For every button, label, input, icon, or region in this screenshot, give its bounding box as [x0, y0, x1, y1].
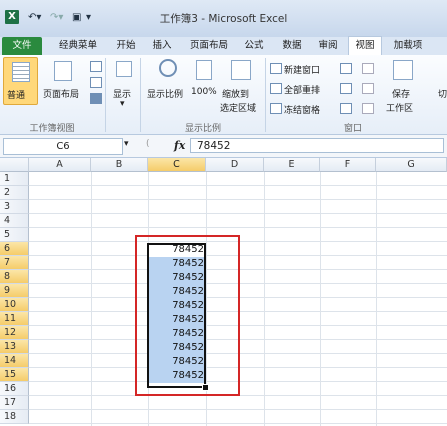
unhide-icon[interactable]	[340, 103, 352, 114]
tab-add-ins[interactable]: 加载项	[386, 37, 430, 55]
page-break-preview-icon[interactable]	[90, 61, 102, 72]
group-separator	[105, 58, 106, 132]
new-window-label: 新建窗口	[284, 66, 321, 76]
synchronous-scrolling-icon[interactable]	[362, 83, 374, 94]
name-box[interactable]: C6	[3, 138, 123, 155]
page-layout-icon	[54, 61, 72, 81]
show-button[interactable]: 显示 ▾	[108, 57, 138, 115]
save-workspace-label-2: 工作区	[386, 104, 414, 114]
gridline	[376, 172, 377, 426]
chevron-down-icon: ▾	[120, 99, 125, 109]
row-header-selected[interactable]: 6	[0, 242, 29, 256]
row-header[interactable]: 17	[0, 396, 29, 410]
row-header[interactable]: 2	[0, 186, 29, 200]
column-header[interactable]: E	[264, 158, 320, 172]
freeze-panes-label: 冻结窗格	[284, 106, 321, 116]
zoom-label: 显示比例	[147, 90, 184, 100]
row-header[interactable]: 4	[0, 214, 29, 228]
row-header[interactable]: 5	[0, 228, 29, 242]
row-header[interactable]: 18	[0, 410, 29, 424]
tab-formulas[interactable]: 公式	[238, 37, 270, 55]
arrange-all-icon	[270, 83, 282, 94]
row-header-selected[interactable]: 14	[0, 354, 29, 368]
annotation-highlight-box	[135, 235, 240, 396]
column-header[interactable]: A	[29, 158, 91, 172]
zoom-button[interactable]: 显示比例	[143, 57, 189, 103]
row-header[interactable]: 3	[0, 200, 29, 214]
gridline	[264, 172, 265, 426]
group-separator	[265, 58, 266, 132]
show-icon	[116, 61, 132, 77]
worksheet-grid[interactable]: A B C D E F G 1 2 3 4 5 6 7 8 9 10 11 12 13 14 15 16 17 1…	[0, 158, 447, 426]
zoom-100-button[interactable]: 100%	[189, 57, 219, 103]
new-window-icon	[270, 63, 282, 74]
split-icon[interactable]	[340, 63, 352, 74]
page-layout-label: 页面布局	[43, 90, 80, 100]
zoom-to-selection-label-1: 缩放到	[222, 90, 250, 100]
row-header[interactable]: 1	[0, 172, 29, 186]
formula-input[interactable]: 78452	[190, 138, 444, 153]
row-header-selected[interactable]: 10	[0, 298, 29, 312]
insert-function-icon[interactable]: fx	[174, 139, 185, 152]
tab-view[interactable]: 视图	[348, 36, 382, 55]
tab-page-layout[interactable]: 页面布局	[183, 37, 235, 55]
tab-classic-menu[interactable]: 经典菜单	[52, 37, 104, 55]
row-header-selected[interactable]: 8	[0, 270, 29, 284]
tab-file[interactable]: 文件	[2, 37, 42, 55]
normal-view-button[interactable]: 普通	[3, 57, 38, 105]
column-header[interactable]: F	[320, 158, 376, 172]
column-header[interactable]: G	[376, 158, 447, 172]
zoom-to-selection-icon	[231, 60, 251, 80]
save-workspace-label-1: 保存	[392, 90, 411, 100]
window-title: 工作簿3 - Microsoft Excel	[159, 13, 288, 25]
zoom-100-label: 100%	[191, 87, 217, 97]
ribbon-tabs: 文件 经典菜单 开始 插入 页面布局 公式 数据 审阅 视图 加载项	[0, 36, 447, 56]
row-header-selected[interactable]: 7	[0, 256, 29, 270]
zoom-to-selection-label-2: 选定区域	[220, 104, 257, 114]
tab-data[interactable]: 数据	[276, 37, 308, 55]
tab-home[interactable]: 开始	[110, 37, 142, 55]
reset-window-position-icon[interactable]	[362, 103, 374, 114]
freeze-panes-icon	[270, 103, 282, 114]
ribbon: 普通 页面布局 工作簿视图 显示 ▾ 显示比例 100% 缩放到 选定区域 显示…	[0, 55, 447, 135]
row-header[interactable]: 16	[0, 382, 29, 396]
magnifier-icon	[159, 59, 177, 77]
view-side-by-side-icon[interactable]	[362, 63, 374, 74]
new-window-button[interactable]: 新建窗口	[270, 61, 336, 76]
full-screen-icon[interactable]	[90, 93, 102, 104]
column-header[interactable]: D	[206, 158, 264, 172]
tab-review[interactable]: 审阅	[312, 37, 344, 55]
tab-insert[interactable]: 插入	[146, 37, 178, 55]
zoom-group-label: 显示比例	[184, 124, 221, 134]
window-group-label: 窗口	[343, 124, 362, 134]
switch-windows-label-partial[interactable]: 切	[438, 87, 447, 100]
name-box-dropdown-icon[interactable]: ▾	[124, 139, 129, 149]
zoom-to-selection-button[interactable]: 缩放到 选定区域	[220, 57, 260, 117]
save-workspace-icon	[393, 60, 413, 80]
row-header-selected[interactable]: 9	[0, 284, 29, 298]
normal-view-icon	[12, 62, 30, 82]
formula-bar: C6 ▾ ( fx 78452	[0, 135, 447, 158]
custom-views-icon[interactable]	[90, 77, 102, 88]
column-header-selected[interactable]: C	[148, 158, 206, 172]
gridline	[91, 172, 92, 426]
gridline	[320, 172, 321, 426]
freeze-panes-button[interactable]: 冻结窗格	[270, 101, 336, 116]
arrange-all-label: 全部重排	[284, 86, 321, 96]
title-bar: X ↶▾ ↷▾ ▣ ▾ 工作簿3 - Microsoft Excel	[0, 0, 447, 38]
normal-view-label: 普通	[7, 91, 26, 101]
workbook-views-group-label: 工作簿视图	[29, 124, 75, 134]
row-header-selected[interactable]: 15	[0, 368, 29, 382]
save-workspace-button[interactable]: 保存 工作区	[384, 57, 420, 117]
select-all-corner[interactable]	[0, 158, 29, 172]
zoom-100-icon	[196, 60, 212, 80]
row-header-selected[interactable]: 12	[0, 326, 29, 340]
formula-bar-divider-icon: (	[146, 139, 150, 149]
row-header-selected[interactable]: 11	[0, 312, 29, 326]
row-header-selected[interactable]: 13	[0, 340, 29, 354]
hide-icon[interactable]	[340, 83, 352, 94]
page-layout-view-button[interactable]: 页面布局	[40, 57, 86, 103]
column-header[interactable]: B	[91, 158, 148, 172]
arrange-all-button[interactable]: 全部重排	[270, 81, 336, 96]
